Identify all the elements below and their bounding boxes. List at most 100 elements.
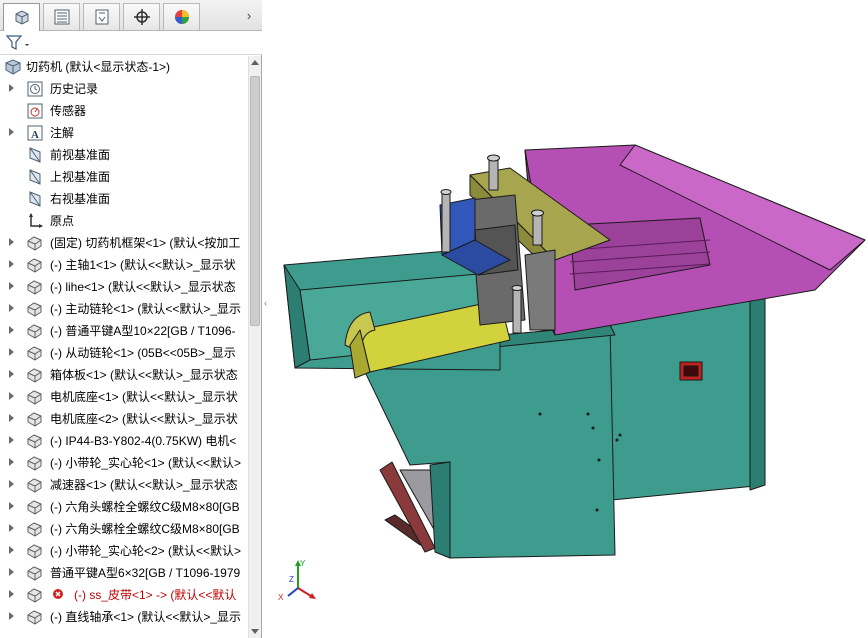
tree-item[interactable]: 普通平键A型6×32[GB / T1096-1979 <box>0 562 248 584</box>
expand-arrow-icon[interactable] <box>9 480 14 488</box>
expand-arrow-icon[interactable] <box>9 370 14 378</box>
tree-item-label: (-) 从动链轮<1> (05B<<05B>_显示 <box>50 346 236 360</box>
tree-item-label: 普通平键A型6×32[GB / T1096-1979 <box>50 566 241 580</box>
tree-item[interactable]: 电机底座<2> (默认<<默认>_显示状 <box>0 408 248 430</box>
tree-root-assembly[interactable]: 切药机 (默认<显示状态-1>) <box>0 56 248 78</box>
expand-arrow-icon[interactable] <box>9 414 14 422</box>
part-icon <box>27 566 42 581</box>
tree-item[interactable]: 前视基准面 <box>0 144 248 166</box>
tree-item-label: (固定) 切药机框架<1> (默认<按加工 <box>50 236 241 250</box>
tree-scrollbar[interactable] <box>248 56 261 638</box>
tree-item[interactable]: (-) 六角头螺栓全螺纹C级M8×80[GB <box>0 496 248 518</box>
tree-item[interactable]: A 注解 <box>0 122 248 144</box>
part-icon <box>27 522 42 537</box>
part-icon <box>27 588 42 603</box>
tree-item-label: 右视基准面 <box>50 192 111 206</box>
graphics-viewport[interactable]: Y Z X <box>270 0 868 638</box>
annotation-icon: A <box>27 125 43 141</box>
feature-tree-icon <box>15 9 28 25</box>
tree-item-label: (-) 普通平键A型10×22[GB / T1096- <box>50 324 236 338</box>
tree-item-label: 减速器<1> (默认<<默认>_显示状态 <box>50 478 238 492</box>
tree-item[interactable]: (-) 从动链轮<1> (05B<<05B>_显示 <box>0 342 248 364</box>
tree-item[interactable]: (-) 主动链轮<1> (默认<<默认>_显示 <box>0 298 248 320</box>
propertymanager-tab[interactable] <box>43 3 80 30</box>
tree-item[interactable]: 上视基准面 <box>0 166 248 188</box>
expand-arrow-icon[interactable] <box>9 128 14 136</box>
tree-item-label: 箱体板<1> (默认<<默认>_显示状态 <box>50 368 238 382</box>
tree-item[interactable]: (-) ss_皮带<1> -> (默认<<默认 <box>0 584 248 606</box>
scroll-up-arrow-icon[interactable] <box>251 60 259 65</box>
expand-arrow-icon[interactable] <box>9 458 14 466</box>
plane-icon <box>29 147 41 163</box>
filter-bar <box>0 31 262 55</box>
origin-icon <box>29 213 43 228</box>
expand-arrow-icon[interactable] <box>9 282 14 290</box>
scroll-thumb[interactable] <box>250 76 260 326</box>
tree-item-label: 电机底座<1> (默认<<默认>_显示状 <box>50 390 238 404</box>
panel-tabs: › <box>0 0 262 31</box>
tree-item-label: 电机底座<2> (默认<<默认>_显示状 <box>50 412 238 426</box>
tree-item[interactable]: 电机底座<1> (默认<<默认>_显示状 <box>0 386 248 408</box>
expand-arrow-icon[interactable] <box>9 436 14 444</box>
part-icon <box>27 258 42 273</box>
display-manager-tab[interactable] <box>163 3 200 30</box>
tree-item[interactable]: 右视基准面 <box>0 188 248 210</box>
expand-arrow-icon[interactable] <box>9 568 14 576</box>
collapse-panel-grip-icon[interactable]: ‹ <box>262 294 269 312</box>
tree-item-label: (-) IP44-B3-Y802-4(0.75KW) 电机< <box>50 434 237 448</box>
power-switch <box>679 361 703 381</box>
expand-arrow-icon[interactable] <box>9 348 14 356</box>
tree-item-label: (-) 主轴1<1> (默认<<默认>_显示状 <box>50 258 236 272</box>
tree-item-label: 注解 <box>50 126 75 140</box>
tree-item-label: 前视基准面 <box>50 148 111 162</box>
tree-item[interactable]: 传感器 <box>0 100 248 122</box>
tree-item[interactable]: (-) 小带轮_实心轮<2> (默认<<默认> <box>0 540 248 562</box>
expand-arrow-icon[interactable] <box>9 590 14 598</box>
expand-arrow-icon[interactable] <box>9 238 14 246</box>
error-icon <box>53 589 63 599</box>
feature-manager-panel: › 切药机 (默认<显示状态-1>) 历史记录传感器 A 注解前视基准面上视基准面右… <box>0 0 262 638</box>
expand-arrow-icon[interactable] <box>9 260 14 268</box>
property-list-icon <box>54 9 69 25</box>
tree-item[interactable]: 减速器<1> (默认<<默认>_显示状态 <box>0 474 248 496</box>
part-icon <box>27 434 42 449</box>
filter-button[interactable] <box>5 33 33 53</box>
tree-item-label: 上视基准面 <box>50 170 111 184</box>
expand-arrow-icon[interactable] <box>9 524 14 532</box>
history-icon <box>27 81 43 97</box>
scroll-down-arrow-icon[interactable] <box>251 629 259 634</box>
more-tabs-button[interactable]: › <box>242 6 256 24</box>
expand-arrow-icon[interactable] <box>9 612 14 620</box>
configurationmanager-tab[interactable] <box>83 3 120 30</box>
tree-item-label: 传感器 <box>50 104 87 118</box>
tree-item[interactable]: 历史记录 <box>0 78 248 100</box>
expand-arrow-icon[interactable] <box>9 502 14 510</box>
tree-item[interactable]: 原点 <box>0 210 248 232</box>
tree-item[interactable]: (-) 普通平键A型10×22[GB / T1096- <box>0 320 248 342</box>
part-icon <box>27 368 42 383</box>
tree-item[interactable]: (-) 直线轴承<1> (默认<<默认>_显示 <box>0 606 248 628</box>
appearance-icon <box>174 10 189 24</box>
expand-arrow-icon[interactable] <box>9 326 14 334</box>
expand-arrow-icon[interactable] <box>9 84 14 92</box>
tree-item[interactable]: 箱体板<1> (默认<<默认>_显示状态 <box>0 364 248 386</box>
expand-arrow-icon[interactable] <box>9 392 14 400</box>
tree-item[interactable]: (-) 六角头螺栓全螺纹C级M8×80[GB <box>0 518 248 540</box>
tree-item[interactable]: (-) 小带轮_实心轮<1> (默认<<默认> <box>0 452 248 474</box>
part-icon <box>27 346 42 361</box>
tree-item[interactable]: (-) 主轴1<1> (默认<<默认>_显示状 <box>0 254 248 276</box>
tree-item[interactable]: (-) IP44-B3-Y802-4(0.75KW) 电机< <box>0 430 248 452</box>
dimxpert-tab[interactable] <box>123 3 160 30</box>
chevron-right-icon: › <box>246 7 252 23</box>
expand-arrow-icon[interactable] <box>9 546 14 554</box>
tree-item[interactable]: (-) lihe<1> (默认<<默认>_显示状态 <box>0 276 248 298</box>
panel-splitter[interactable] <box>262 0 270 638</box>
model-3d-view[interactable] <box>270 0 868 638</box>
expand-arrow-icon[interactable] <box>9 304 14 312</box>
tree-item[interactable]: (固定) 切药机框架<1> (默认<按加工 <box>0 232 248 254</box>
part-icon <box>27 610 42 625</box>
featuremanager-tab[interactable] <box>3 3 40 31</box>
tree-item-label: (-) 直线轴承<1> (默认<<默认>_显示 <box>50 610 242 624</box>
tree-item-label: (-) 六角头螺栓全螺纹C级M8×80[GB <box>50 500 240 514</box>
svg-text:A: A <box>31 129 39 141</box>
